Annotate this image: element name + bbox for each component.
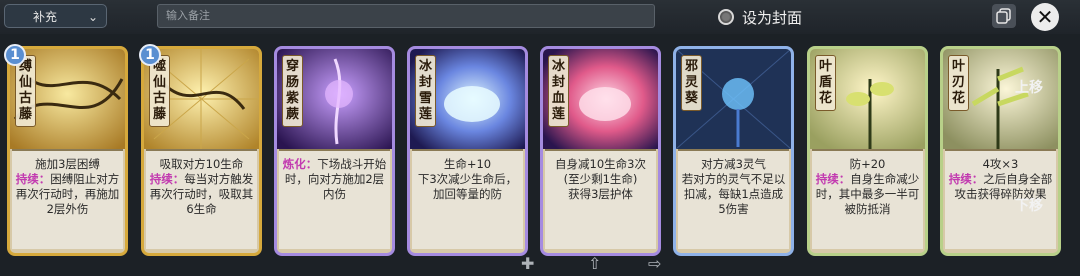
plus-icon[interactable]: ✚ [521,254,534,273]
copy-button[interactable] [992,4,1016,28]
card-text-line: 对方减3灵气 [701,157,766,171]
close-icon: ✕ [1036,5,1054,29]
card-text: 吸取对方10生命 持续：每当对方触发再次行动时，吸取其6生命 [146,149,257,249]
card-name: 冰封血莲 [548,55,569,127]
move-up-button[interactable]: 上移 [1015,77,1043,97]
deck-type-dropdown[interactable]: 补充 ⌄ [4,4,107,28]
card-8[interactable]: 叶刃花 4攻×3 持续：之后自身全部攻击获得碎防效果 上移 下移 [940,46,1061,256]
card-text-line: 4攻×3 [982,157,1019,171]
card-4[interactable]: 冰封雪莲 生命+10 下3次减少生命后，加回等量的防 [407,46,528,256]
card-1[interactable]: 缚仙古藤 施加3层困缚 持续：困缚阻止对方再次行动时，再施加2层外伤 [7,46,128,256]
card-text-line: 生命+10 [443,157,492,171]
card-3[interactable]: 穿肠紫蕨 炼化：下场战斗开始时，向对方施加2层内伤 [274,46,395,256]
close-button[interactable]: ✕ [1031,3,1059,31]
card-text-line: 吸取对方10生命 [159,157,244,171]
card-text: 施加3层困缚 持续：困缚阻止对方再次行动时，再施加2层外伤 [12,149,123,249]
card-text-line: 自身减10生命3次 [555,157,646,171]
note-input[interactable]: 输入备注 [157,4,655,28]
move-down-button[interactable]: 下移 [1015,195,1043,215]
card-text: 生命+10 下3次减少生命后，加回等量的防 [412,149,523,249]
card-5[interactable]: 冰封血莲 自身减10生命3次 (至少剩1生命) 获得3层护体 [540,46,661,256]
note-placeholder: 输入备注 [166,9,210,22]
card-text: 防+20 持续：自身生命减少时，其中最多一半可被防抵消 [812,149,923,249]
set-cover-toggle[interactable]: 设为封面 [718,4,802,30]
cost-badge: 1 [139,44,161,66]
card-text-line: 下3次减少生命后，加回等量的防 [417,172,518,201]
card-text-line: 持续：每当对方触发再次行动时，吸取其6生命 [149,172,254,216]
keyword: 持续： [948,172,984,186]
chevron-down-icon: ⌄ [87,10,98,24]
card-text-line: 炼化：下场战斗开始时，向对方施加2层内伤 [282,157,387,201]
card-text: 自身减10生命3次 (至少剩1生命) 获得3层护体 [545,149,656,249]
card-text: 对方减3灵气 若对方的灵气不足以扣减，每缺1点造成5伤害 [678,149,789,249]
keyword: 持续： [815,172,851,186]
card-text-line: 若对方的灵气不足以扣减，每缺1点造成5伤害 [681,172,786,216]
card-name: 叶刃花 [948,55,969,111]
deck-in-icon[interactable]: ⇧ [588,254,601,273]
copy-icon [996,8,1011,24]
keyword: 持续： [149,172,185,186]
card-text-line: 持续：困缚阻止对方再次行动时，再施加2层外伤 [15,172,120,216]
card-name: 冰封雪莲 [415,55,436,127]
card-text-line: 施加3层困缚 [35,157,100,171]
card-name: 叶盾花 [815,55,836,111]
card-name: 缚仙古藤 [15,55,36,127]
card-text-line: 防+20 [849,157,886,171]
keyword: 持续： [15,172,51,186]
radio-icon[interactable] [718,9,734,25]
cost-badge: 1 [4,44,26,66]
card-name: 邪灵葵 [681,55,702,111]
card-text-line: 获得3层护体 [568,187,633,201]
keyword: 炼化： [282,157,318,171]
deck-out-icon[interactable]: ⇨ [648,254,661,273]
card-name: 噬仙古藤 [149,55,170,127]
card-2[interactable]: 噬仙古藤 吸取对方10生命 持续：每当对方触发再次行动时，吸取其6生命 [141,46,262,256]
card-6[interactable]: 邪灵葵 对方减3灵气 若对方的灵气不足以扣减，每缺1点造成5伤害 [673,46,794,256]
card-name: 穿肠紫蕨 [282,55,303,127]
card-text-line: (至少剩1生命) [563,172,638,186]
set-cover-label: 设为封面 [742,8,803,27]
dropdown-label: 补充 [33,10,58,24]
card-7[interactable]: 叶盾花 防+20 持续：自身生命减少时，其中最多一半可被防抵消 [807,46,928,256]
card-text-line: 持续：自身生命减少时，其中最多一半可被防抵消 [815,172,920,216]
card-text: 炼化：下场战斗开始时，向对方施加2层内伤 [279,149,390,249]
